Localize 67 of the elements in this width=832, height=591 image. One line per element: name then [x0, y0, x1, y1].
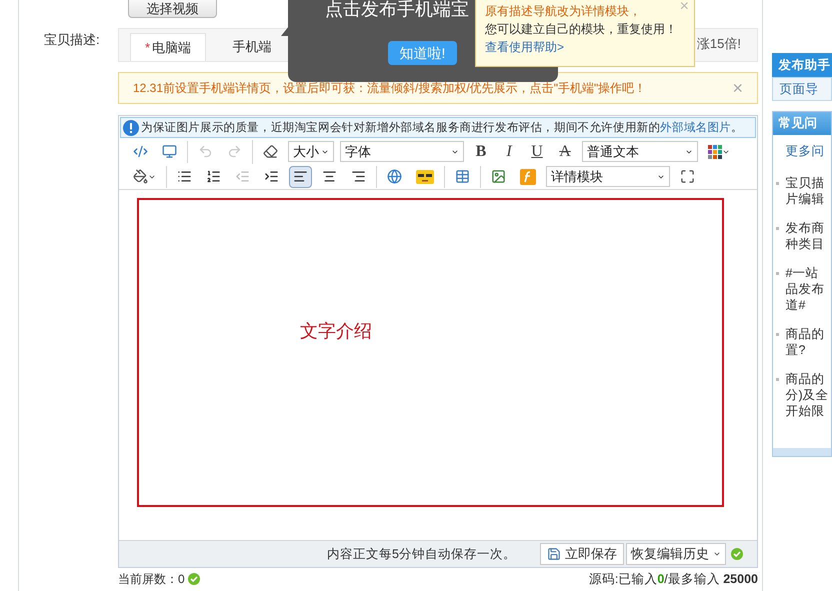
color-grid-icon — [708, 144, 722, 158]
undo-icon — [198, 144, 213, 159]
align-right-icon — [351, 169, 366, 184]
status-check-icon — [188, 573, 200, 585]
code-view-icon — [133, 144, 148, 159]
select-video-button[interactable]: 选择视频 — [128, 0, 217, 18]
assistant-title: 发布助手 — [778, 56, 830, 74]
preview-monitor-icon — [162, 144, 177, 159]
bullet-icon — [776, 226, 780, 230]
align-left-button[interactable] — [289, 166, 312, 188]
redo-icon — [227, 144, 242, 159]
outdent-icon — [235, 169, 250, 184]
notice-text: 12.31前设置手机端详情页，设置后即可获：流量倾斜/搜索加权/优先展示，点击"手机端"操作吧！ — [133, 80, 646, 97]
guide-text: 点击发布手机端宝 — [325, 0, 469, 21]
save-icon — [547, 547, 561, 561]
toolbar-select[interactable]: 详情模块 — [546, 166, 670, 187]
info-icon — [123, 120, 139, 136]
paint-bucket-icon — [133, 169, 148, 184]
caret-icon — [713, 550, 721, 558]
faq-title: 常见问 — [778, 115, 818, 132]
globe-link-icon — [387, 169, 402, 184]
faq-link[interactable]: 宝贝描 片编辑 — [776, 174, 831, 207]
faq-link[interactable]: #一站 品发布 道# — [776, 264, 831, 313]
tip-text: 您可以建立自己的模块，重复使用！ — [485, 21, 677, 38]
promo-text: 涨15倍! — [696, 34, 741, 52]
bold-button[interactable]: B — [470, 140, 492, 164]
panel-footer — [773, 448, 831, 456]
faq-link[interactable]: 商品的 置? — [776, 326, 831, 358]
bullet-icon — [776, 378, 780, 381]
more-questions-link[interactable]: 更多问 — [785, 142, 831, 161]
status-check-icon — [731, 548, 743, 560]
underline-button[interactable]: U — [526, 140, 548, 164]
save-now-button[interactable]: 立即保存 — [540, 543, 624, 565]
bullet-list-icon — [177, 169, 192, 184]
source-count: 源码:已输入0/最多输入 25000 — [588, 570, 758, 588]
image-icon — [491, 169, 506, 184]
toolbar-select[interactable]: 普通文本 — [582, 141, 698, 162]
external-image-link[interactable]: 外部域名图片 — [660, 120, 732, 134]
table-icon — [455, 169, 470, 184]
history-select[interactable]: 恢复编辑历史 — [626, 543, 726, 565]
bullet-icon — [776, 332, 780, 336]
strikethrough-button[interactable]: A — [554, 140, 576, 164]
align-left-icon — [293, 169, 308, 184]
faq-link[interactable]: 商品的 分)及全 开始限 — [776, 370, 831, 419]
italic-button[interactable]: I — [498, 140, 520, 164]
autosave-note: 内容正文每5分钟自动保存一次。 — [327, 546, 516, 563]
toolbar-select[interactable]: 大小 — [288, 141, 334, 162]
bullet-icon — [776, 272, 780, 275]
toolbar-select[interactable]: 字体 — [340, 141, 464, 162]
description-label: 宝贝描述: — [44, 31, 101, 49]
tab[interactable]: *电脑端 — [130, 33, 206, 61]
tab[interactable]: 手机端 — [214, 33, 290, 61]
numbered-list-icon — [206, 169, 221, 184]
bullet-icon — [776, 182, 780, 185]
sunglasses-face-icon — [416, 170, 434, 184]
indent-icon — [264, 169, 279, 184]
info-text: 为保证图片展示的质量，近期淘宝网会针对新增外部域名服务商进行发布评估，期间不允许使用新的外部域名图片。 — [141, 120, 743, 136]
align-center-icon — [322, 169, 337, 184]
page-nav-item[interactable]: 页面导 — [772, 77, 832, 101]
eraser-icon — [263, 144, 278, 159]
help-link[interactable]: 查看使用帮助> — [485, 38, 564, 56]
tip-title: 原有描述导航改为详情模块， — [485, 3, 641, 20]
faq-link[interactable]: 发布商 种类目 — [776, 220, 831, 252]
content-text: 文字介绍 — [300, 321, 372, 341]
fullscreen-icon — [680, 169, 695, 184]
flash-icon — [520, 168, 536, 184]
screen-count: 当前屏数：0 — [118, 571, 185, 588]
